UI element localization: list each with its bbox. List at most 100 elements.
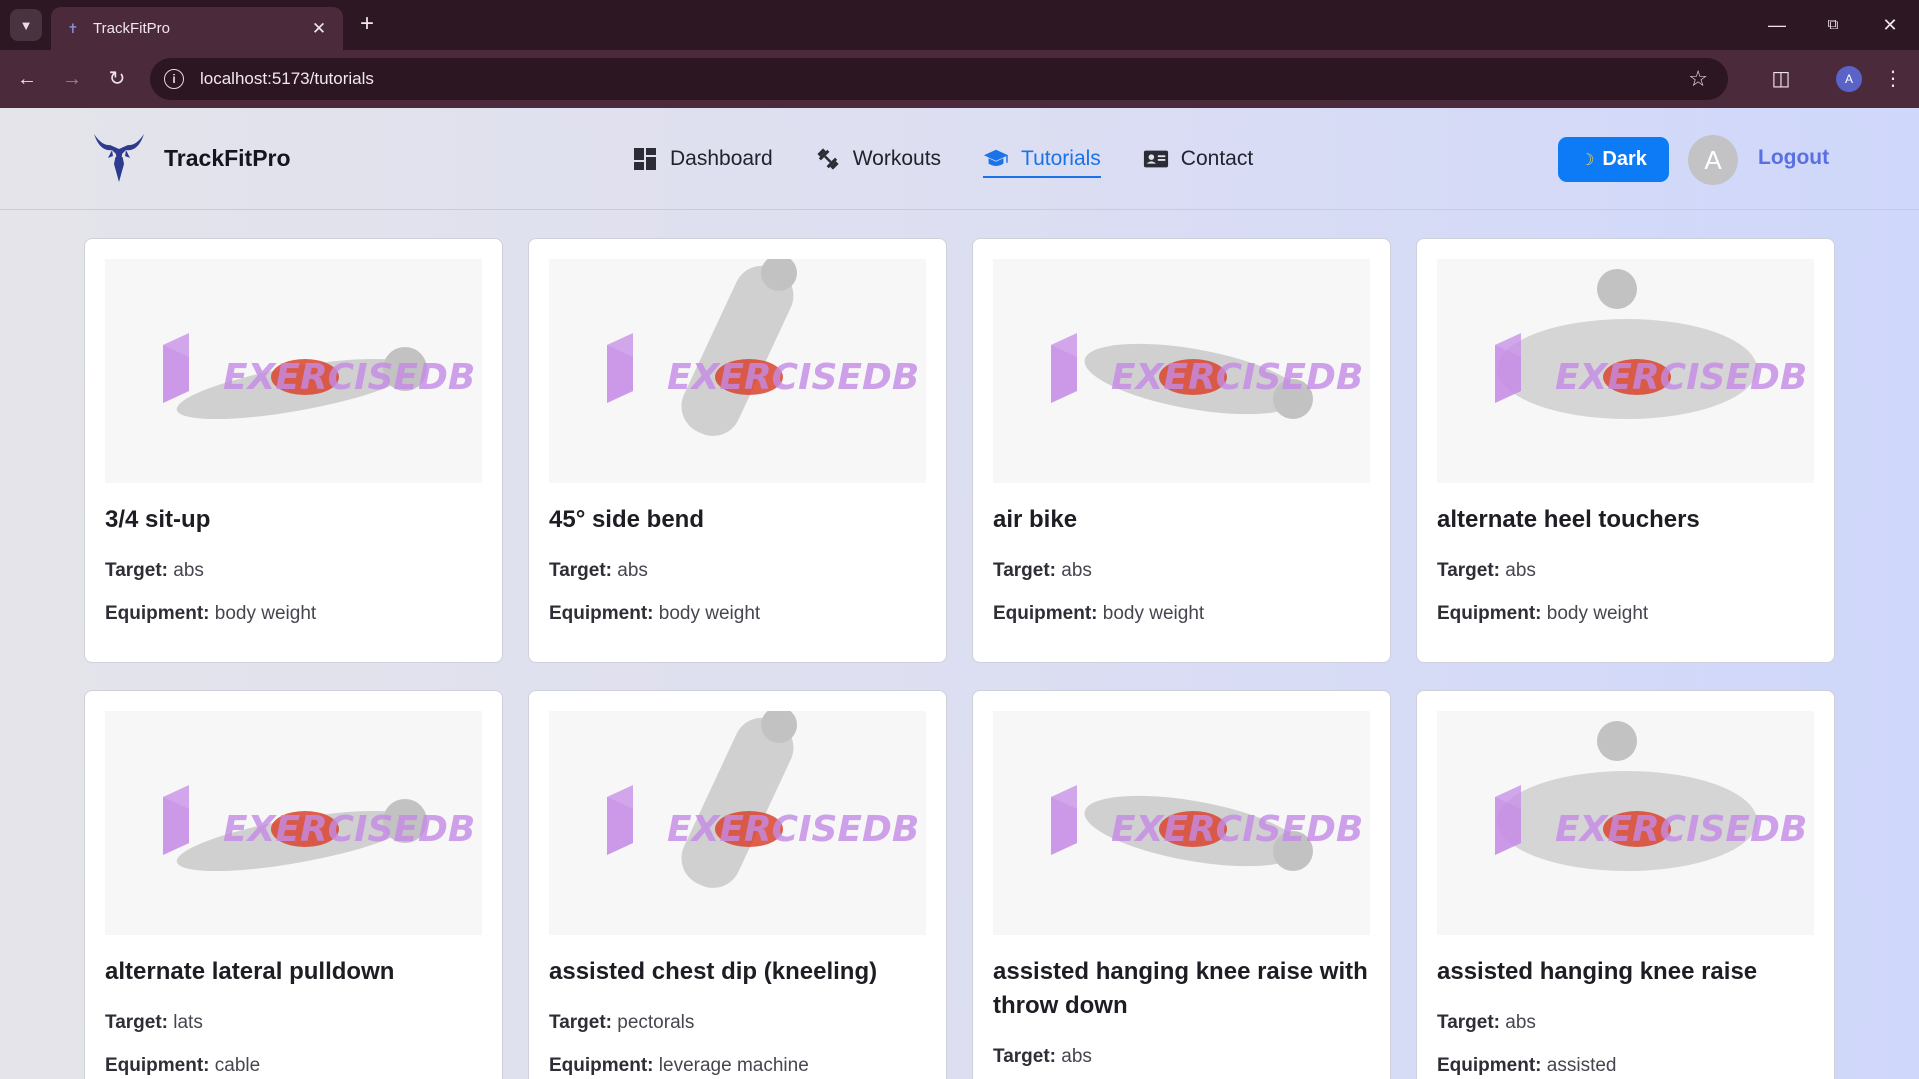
equipment-value: body weight [214,603,317,624]
equipment-value: body weight [1102,603,1205,624]
exercise-image: EXERCISEDB [105,711,482,935]
exercise-target: Target: pectorals [549,1001,926,1044]
watermark-text: EXERCISEDB [1555,357,1807,398]
tutorial-grid: EXERCISEDB 3/4 sit-up Target: abs Equipment… [84,238,1836,1079]
target-value: abs [617,560,648,581]
exercise-target: Target: lats [105,1001,482,1044]
exercise-target: Target: abs [105,549,482,592]
equipment-value: assisted [1546,1055,1617,1076]
nav-contact[interactable]: Contact [1143,138,1253,180]
watermark-text: EXERCISEDB [667,357,919,398]
exercise-card[interactable]: EXERCISEDB alternate heel touchers Target:… [1416,238,1835,663]
target-label: Target: [549,560,612,581]
restore-icon[interactable]: ⧉ [1813,10,1853,40]
dashboard-icon [632,146,658,172]
minimize-icon[interactable]: — [1757,10,1797,40]
watermark-text: EXERCISEDB [1111,809,1363,850]
watermark-text: EXERCISEDB [223,809,475,850]
exercise-image: EXERCISEDB [105,259,482,483]
target-value: abs [1505,1012,1536,1033]
dark-mode-label: Dark [1602,148,1647,170]
exercise-equipment: Equipment: body weight [993,592,1370,635]
graduation-cap-icon [983,146,1009,172]
browser-menu-icon[interactable]: ⋮ [1878,64,1908,94]
exercise-target: Target: abs [1437,549,1814,592]
favicon-icon: ✝ [67,20,79,36]
bookmark-star-icon[interactable]: ☆ [1688,66,1708,92]
equipment-label: Equipment: [993,603,1098,624]
watermark-text: EXERCISEDB [1555,809,1807,850]
target-label: Target: [549,1012,612,1033]
nav-label: Dashboard [670,147,773,170]
browser-tab-bar: ▼ ✝ TrackFitPro ✕ + — ⧉ ✕ [0,0,1919,50]
target-value: lats [173,1012,203,1033]
equipment-value: cable [214,1055,261,1076]
target-label: Target: [105,1012,168,1033]
nav-label: Workouts [852,147,942,170]
target-label: Target: [993,1046,1056,1067]
exercise-card[interactable]: EXERCISEDB assisted chest dip (kneeling) T… [528,690,947,1079]
address-bar[interactable]: i localhost:5173/tutorials ☆ [150,58,1728,100]
tab-search-button[interactable]: ▼ [10,9,42,41]
user-avatar[interactable]: A [1688,135,1738,185]
exercise-image: EXERCISEDB [549,259,926,483]
site-header: TrackFitPro Dashboard Workouts Tutorials [0,108,1919,210]
main-nav: Dashboard Workouts Tutorials Contact [632,138,1295,180]
exercise-image: EXERCISEDB [549,711,926,935]
browser-profile-avatar[interactable]: A [1836,66,1862,92]
equipment-label: Equipment: [1437,603,1542,624]
exercise-equipment: Equipment: leverage machine [549,1044,926,1079]
target-label: Target: [105,560,168,581]
exercise-name: assisted hanging knee raise [1437,958,1758,985]
browser-tab[interactable]: ✝ TrackFitPro ✕ [51,7,343,50]
watermark-text: EXERCISEDB [667,809,919,850]
dark-mode-button[interactable]: ☽ Dark [1558,137,1669,182]
nav-workouts[interactable]: Workouts [815,138,941,180]
exercise-name: alternate lateral pulldown [105,958,395,985]
nav-dashboard[interactable]: Dashboard [632,138,773,180]
exercise-card[interactable]: EXERCISEDB air bike Target: abs Equipment: … [972,238,1391,663]
exercise-card[interactable]: EXERCISEDB alternate lateral pulldown Targ… [84,690,503,1079]
brand[interactable]: TrackFitPro [90,130,291,186]
exercise-target: Target: abs [993,1035,1370,1078]
equipment-value: body weight [658,603,761,624]
exercise-name: 45° side bend [549,506,704,533]
back-arrow-icon[interactable]: ← [12,64,42,94]
target-label: Target: [1437,560,1500,581]
target-label: Target: [1437,1012,1500,1033]
window-close-icon[interactable]: ✕ [1870,10,1910,40]
exercise-card[interactable]: EXERCISEDB 45° side bend Target: abs Equipm… [528,238,947,663]
forward-arrow-icon[interactable]: → [57,64,87,94]
exercise-equipment: Equipment: body weight [549,592,926,635]
target-value: abs [173,560,204,581]
extensions-icon[interactable]: ◫ [1766,64,1796,94]
exercise-image: EXERCISEDB [993,711,1370,935]
exercise-equipment: Equipment: body weight [1437,592,1814,635]
dumbbell-icon [815,146,841,172]
moon-icon: ☽ [1580,151,1595,169]
close-tab-icon[interactable]: ✕ [309,19,329,39]
exercise-card[interactable]: EXERCISEDB assisted hanging knee raise wi… [972,690,1391,1079]
target-value: abs [1061,1046,1092,1067]
equipment-label: Equipment: [105,1055,210,1076]
target-value: pectorals [617,1012,695,1033]
new-tab-button[interactable]: + [354,12,380,38]
exercise-name: 3/4 sit-up [105,506,211,533]
equipment-value: leverage machine [658,1055,809,1076]
equipment-label: Equipment: [105,603,210,624]
exercise-card[interactable]: EXERCISEDB assisted hanging knee raise Tar… [1416,690,1835,1079]
brand-name: TrackFitPro [164,144,291,171]
watermark-text: EXERCISEDB [1111,357,1363,398]
bull-logo-icon [94,134,144,182]
equipment-value: body weight [1546,603,1649,624]
exercise-card[interactable]: EXERCISEDB 3/4 sit-up Target: abs Equipment… [84,238,503,663]
exercise-equipment: Equipment: cable [105,1044,482,1079]
nav-tutorials[interactable]: Tutorials [983,138,1101,180]
reload-icon[interactable]: ↻ [102,64,132,94]
logout-link[interactable]: Logout [1758,146,1829,170]
exercise-image: EXERCISEDB [993,259,1370,483]
site-info-icon[interactable]: i [164,69,184,89]
exercise-equipment: Equipment: assisted [1437,1044,1814,1079]
address-url[interactable]: localhost:5173/tutorials [200,69,1688,89]
nav-label: Contact [1180,147,1254,170]
